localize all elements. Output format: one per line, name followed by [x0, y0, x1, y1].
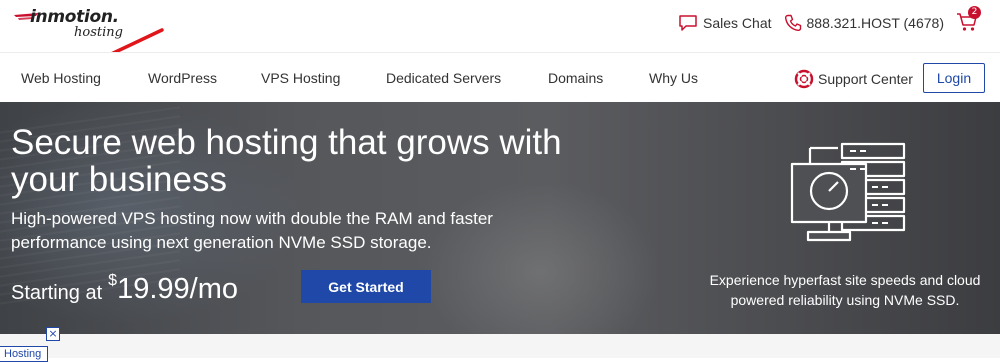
top-utility-links: Sales Chat 888.321.HOST (4678) 2 — [678, 6, 981, 34]
nav-item-wordpress[interactable]: WordPress — [148, 70, 217, 86]
phone-link[interactable]: 888.321.HOST (4678) — [784, 14, 945, 32]
nav-item-vps-hosting[interactable]: VPS Hosting — [261, 70, 340, 86]
hosting-mini-tab[interactable]: Hosting — [0, 346, 49, 362]
cart-count-badge: 2 — [968, 6, 981, 19]
top-bar: inmotion. hosting Sales Chat 888.321.HOS… — [0, 0, 1000, 70]
login-button[interactable]: Login — [923, 63, 985, 93]
price-amount: 19.99/mo — [117, 273, 238, 305]
main-nav: Web Hosting WordPress VPS Hosting Dedica… — [0, 52, 1000, 103]
server-speed-icon — [790, 142, 906, 242]
lifebuoy-icon — [794, 69, 814, 89]
sales-chat-link[interactable]: Sales Chat — [678, 14, 772, 32]
nav-item-web-hosting[interactable]: Web Hosting — [21, 70, 101, 86]
hero-caption: Experience hyperfast site speeds and clo… — [709, 272, 981, 308]
starting-price: Starting at $ 19.99/mo — [11, 270, 238, 306]
support-center-label: Support Center — [818, 71, 913, 87]
hero-subtitle: High-powered VPS hosting now with double… — [11, 209, 493, 252]
cart-button[interactable]: 2 — [956, 6, 981, 34]
hero-title: Secure web hosting that grows with your … — [11, 123, 562, 199]
chat-icon — [679, 15, 697, 31]
price-currency: $ — [108, 272, 118, 289]
support-center-link[interactable]: Support Center — [794, 69, 913, 89]
phone-number: 888.321.HOST (4678) — [806, 15, 945, 31]
logo-main-text: inmotion. — [30, 7, 119, 27]
price-label: Starting at — [11, 282, 103, 304]
phone-icon — [784, 14, 801, 32]
nav-item-domains[interactable]: Domains — [548, 70, 603, 86]
nav-item-dedicated-servers[interactable]: Dedicated Servers — [386, 70, 501, 86]
sales-chat-label: Sales Chat — [703, 15, 772, 31]
close-icon[interactable]: × — [46, 327, 60, 341]
nav-item-why-us[interactable]: Why Us — [649, 70, 698, 86]
hero-banner: Secure web hosting that grows with your … — [0, 102, 1000, 334]
get-started-button[interactable]: Get Started — [301, 270, 431, 303]
bottom-strip: Hosting — [0, 334, 1000, 362]
